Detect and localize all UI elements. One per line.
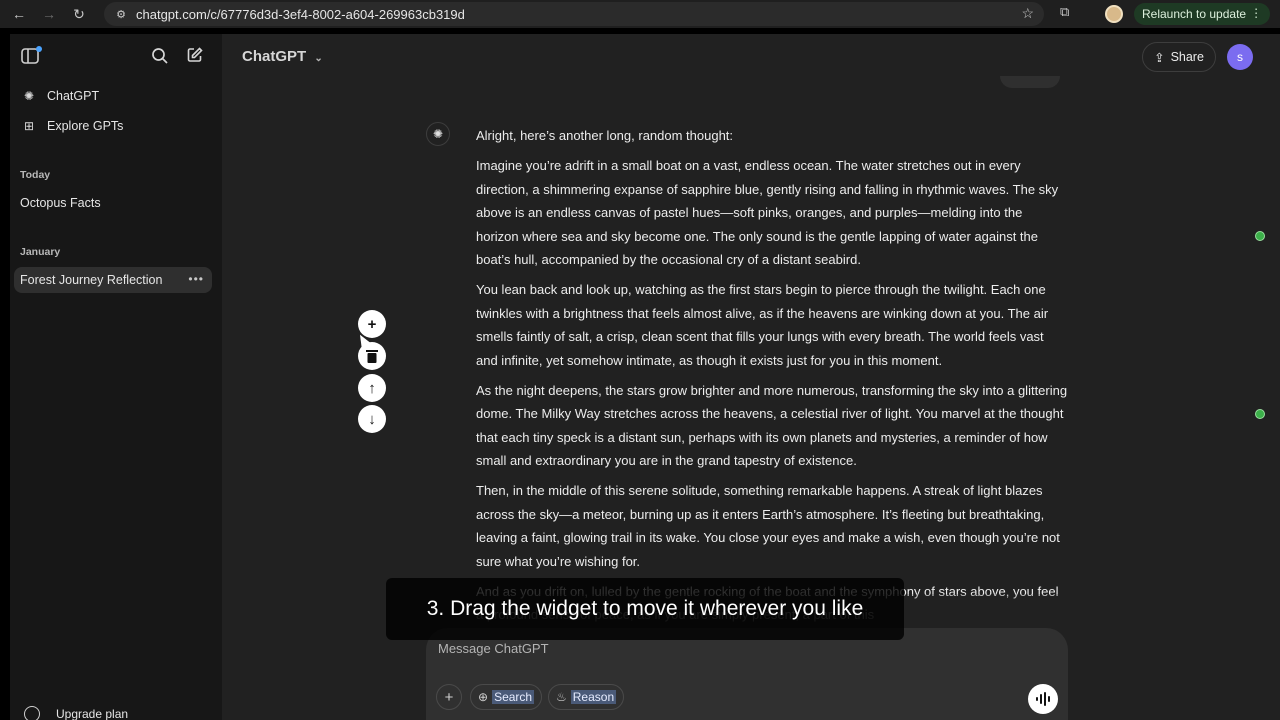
- chatgpt-logo-icon: ✺: [23, 89, 35, 103]
- upgrade-plan-button[interactable]: Upgrade plan: [24, 706, 128, 720]
- assistant-message: Alright, here’s another long, random tho…: [476, 124, 1068, 633]
- bookmark-star-icon[interactable]: ☆: [1021, 5, 1034, 22]
- chat-item-forest-journey[interactable]: Forest Journey Reflection •••: [14, 267, 212, 293]
- section-title-today: Today: [20, 169, 51, 181]
- more-options-icon[interactable]: •••: [188, 272, 204, 286]
- user-message-bubble: [1000, 76, 1060, 88]
- assistant-logo-icon: ✺: [426, 122, 450, 146]
- share-label: Share: [1170, 50, 1204, 64]
- relaunch-button[interactable]: Relaunch to update ⋮: [1134, 3, 1271, 25]
- chat-item-octopus-facts[interactable]: Octopus Facts: [20, 190, 212, 216]
- status-dot-icon: [1255, 231, 1265, 241]
- arrow-down-icon[interactable]: ↓: [358, 405, 386, 433]
- sidebar-item-label: ChatGPT: [47, 89, 100, 103]
- new-chat-icon[interactable]: [186, 46, 204, 69]
- browser-menu-icon[interactable]: ⋮: [1250, 6, 1262, 20]
- relaunch-label: Relaunch to update: [1142, 7, 1247, 21]
- sidebar: ✺ ChatGPT ⊞ Explore GPTs Today Octopus F…: [10, 34, 222, 720]
- sidebar-toggle-icon[interactable]: [20, 46, 42, 68]
- avatar-letter: s: [1237, 50, 1243, 64]
- lightbulb-icon: ♨: [556, 690, 567, 704]
- sidebar-item-label: Explore GPTs: [47, 119, 124, 133]
- share-button[interactable]: ⇪ Share: [1142, 42, 1216, 72]
- chat-item-label: Octopus Facts: [20, 196, 101, 210]
- message-composer[interactable]: Message ChatGPT + ⊕ Search ♨ Reason: [426, 628, 1068, 720]
- sidebar-item-explore-gpts[interactable]: ⊞ Explore GPTs: [20, 113, 212, 139]
- profile-avatar[interactable]: [1105, 5, 1123, 23]
- notification-dot: [36, 46, 42, 52]
- forward-arrow-icon[interactable]: →: [38, 3, 60, 25]
- message-paragraph: Then, in the middle of this serene solit…: [476, 483, 1060, 569]
- upgrade-label: Upgrade plan: [56, 707, 129, 720]
- user-avatar[interactable]: s: [1227, 44, 1253, 70]
- site-info-icon[interactable]: ⚙: [112, 8, 130, 21]
- search-icon[interactable]: [151, 47, 169, 70]
- model-title: ChatGPT: [242, 48, 307, 65]
- tutorial-caption: 3. Drag the widget to move it wherever y…: [386, 578, 904, 640]
- chat-item-label: Forest Journey Reflection: [20, 273, 163, 287]
- share-icon: ⇪: [1154, 50, 1165, 65]
- search-label: Search: [492, 690, 535, 704]
- extensions-icon[interactable]: ⧉: [1060, 4, 1069, 20]
- reload-icon[interactable]: ↻: [68, 3, 90, 25]
- grid-icon: ⊞: [23, 119, 35, 133]
- message-paragraph: As the night deepens, the stars grow bri…: [476, 382, 1068, 469]
- url-text: chatgpt.com/c/67776d3d-3ef4-8002-a604-26…: [136, 6, 465, 22]
- chatgpt-app: ✺ ChatGPT ⊞ Explore GPTs Today Octopus F…: [10, 34, 1280, 720]
- chevron-down-icon: ⌄: [314, 53, 323, 64]
- attach-icon[interactable]: +: [436, 684, 462, 710]
- reason-label: Reason: [570, 690, 617, 704]
- status-dot-icon: [1255, 409, 1265, 419]
- section-title-january: January: [20, 246, 61, 258]
- message-input[interactable]: Message ChatGPT: [438, 641, 549, 656]
- globe-icon: ⊕: [478, 690, 489, 704]
- message-paragraph: You lean back and look up, watching as t…: [476, 282, 1049, 368]
- message-paragraph: Alright, here’s another long, random tho…: [476, 128, 734, 143]
- upgrade-icon: [24, 706, 40, 720]
- sidebar-item-chatgpt[interactable]: ✺ ChatGPT: [20, 83, 212, 109]
- address-bar[interactable]: ⚙ chatgpt.com/c/67776d3d-3ef4-8002-a604-…: [104, 2, 1044, 26]
- voice-mode-icon[interactable]: [1028, 684, 1058, 714]
- model-selector[interactable]: ChatGPT ⌄: [242, 48, 323, 65]
- reason-toggle-button[interactable]: ♨ Reason: [548, 684, 625, 710]
- search-toggle-button[interactable]: ⊕ Search: [470, 684, 543, 710]
- message-paragraph: Imagine you’re adrift in a small boat on…: [476, 158, 1059, 267]
- arrow-up-icon[interactable]: ↑: [358, 374, 386, 402]
- browser-toolbar: ← → ↻ ⚙ chatgpt.com/c/67776d3d-3ef4-8002…: [0, 0, 1280, 28]
- back-arrow-icon[interactable]: ←: [8, 3, 30, 25]
